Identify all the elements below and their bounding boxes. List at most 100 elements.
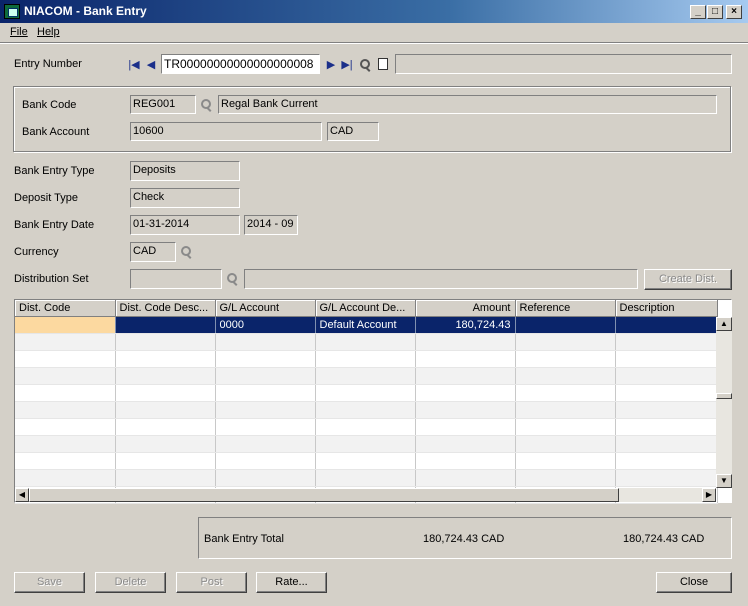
- table-cell[interactable]: [215, 384, 316, 402]
- table-cell[interactable]: [315, 401, 416, 419]
- delete-button[interactable]: Delete: [95, 572, 166, 593]
- table-cell[interactable]: [315, 384, 416, 402]
- save-button[interactable]: Save: [14, 572, 85, 593]
- scroll-left-icon[interactable]: ◀: [15, 488, 29, 502]
- table-row[interactable]: [15, 333, 718, 351]
- column-header-gl-account-desc[interactable]: G/L Account De...: [315, 300, 416, 317]
- close-window-button[interactable]: ×: [726, 5, 742, 19]
- menu-help[interactable]: Help: [37, 26, 60, 38]
- table-cell[interactable]: [415, 384, 516, 402]
- table-cell[interactable]: [515, 350, 616, 368]
- table-cell[interactable]: [115, 435, 216, 453]
- table-cell[interactable]: [115, 401, 216, 419]
- table-cell[interactable]: [615, 367, 718, 385]
- last-record-icon[interactable]: ▶|: [341, 59, 353, 71]
- scroll-down-icon[interactable]: ▼: [716, 474, 732, 488]
- table-cell[interactable]: [615, 384, 718, 402]
- table-cell[interactable]: [315, 350, 416, 368]
- table-cell[interactable]: [415, 435, 516, 453]
- cell-gl-account[interactable]: 0000: [215, 316, 316, 334]
- table-cell[interactable]: [515, 333, 616, 351]
- table-cell[interactable]: [215, 333, 316, 351]
- horizontal-scroll-thumb[interactable]: [29, 488, 619, 502]
- table-cell[interactable]: [615, 333, 718, 351]
- horizontal-scrollbar[interactable]: ◀ ▶: [15, 488, 716, 502]
- column-header-reference[interactable]: Reference: [515, 300, 616, 317]
- previous-record-icon[interactable]: ◀: [145, 59, 157, 71]
- cell-dist-code[interactable]: [15, 316, 116, 334]
- entry-number-input[interactable]: TR00000000000000000008: [161, 54, 320, 74]
- table-cell[interactable]: [515, 452, 616, 470]
- table-cell[interactable]: [515, 469, 616, 487]
- close-button[interactable]: Close: [656, 572, 732, 593]
- column-header-gl-account[interactable]: G/L Account: [215, 300, 316, 317]
- table-cell[interactable]: [15, 367, 116, 385]
- bank-code-field[interactable]: REG001: [130, 95, 196, 114]
- table-row[interactable]: [15, 367, 718, 385]
- currency-field[interactable]: CAD: [130, 242, 176, 262]
- table-cell[interactable]: [415, 367, 516, 385]
- table-cell[interactable]: [315, 469, 416, 487]
- minimize-button[interactable]: _: [690, 5, 706, 19]
- table-cell[interactable]: [15, 418, 116, 436]
- first-record-icon[interactable]: |◀: [128, 59, 140, 71]
- table-cell[interactable]: [615, 350, 718, 368]
- table-cell[interactable]: [15, 469, 116, 487]
- table-cell[interactable]: [515, 418, 616, 436]
- table-row[interactable]: [15, 469, 718, 487]
- table-cell[interactable]: [315, 367, 416, 385]
- table-cell[interactable]: [115, 367, 216, 385]
- table-cell[interactable]: [315, 418, 416, 436]
- table-cell[interactable]: [15, 384, 116, 402]
- table-cell[interactable]: [415, 452, 516, 470]
- table-cell[interactable]: [215, 418, 316, 436]
- rate-button[interactable]: Rate...: [256, 572, 327, 593]
- table-cell[interactable]: [515, 384, 616, 402]
- vertical-scrollbar[interactable]: ▲ ▼: [716, 317, 732, 488]
- column-header-dist-code-desc[interactable]: Dist. Code Desc...: [115, 300, 216, 317]
- cell-amount[interactable]: 180,724.43: [415, 316, 516, 334]
- table-cell[interactable]: [615, 452, 718, 470]
- table-cell[interactable]: [15, 333, 116, 351]
- cell-dist-code-desc[interactable]: [115, 316, 216, 334]
- table-cell[interactable]: [215, 401, 316, 419]
- table-cell[interactable]: [15, 350, 116, 368]
- table-cell[interactable]: [215, 350, 316, 368]
- bank-entry-date-field[interactable]: 01-31-2014: [130, 215, 240, 235]
- scroll-up-icon[interactable]: ▲: [716, 317, 732, 331]
- table-cell[interactable]: [115, 469, 216, 487]
- menu-file[interactable]: File: [10, 26, 28, 38]
- bank-entry-type-select[interactable]: Deposits: [130, 161, 240, 181]
- table-cell[interactable]: [615, 418, 718, 436]
- table-cell[interactable]: [215, 435, 316, 453]
- table-cell[interactable]: [515, 435, 616, 453]
- create-dist-button[interactable]: Create Dist.: [644, 269, 732, 290]
- table-row[interactable]: [15, 452, 718, 470]
- table-row[interactable]: [15, 435, 718, 453]
- table-cell[interactable]: [115, 452, 216, 470]
- new-document-icon[interactable]: [378, 58, 388, 70]
- distribution-grid[interactable]: Dist. Code Dist. Code Desc... G/L Accoun…: [14, 299, 732, 504]
- deposit-type-select[interactable]: Check: [130, 188, 240, 208]
- entry-finder-icon[interactable]: [359, 58, 373, 72]
- cell-description[interactable]: [615, 316, 718, 334]
- table-row[interactable]: [15, 384, 718, 402]
- table-cell[interactable]: [215, 367, 316, 385]
- cell-gl-account-desc[interactable]: Default Account: [315, 316, 416, 334]
- table-cell[interactable]: [215, 452, 316, 470]
- table-cell[interactable]: [115, 384, 216, 402]
- table-cell[interactable]: [215, 469, 316, 487]
- table-cell[interactable]: [415, 350, 516, 368]
- table-cell[interactable]: [115, 350, 216, 368]
- scroll-right-icon[interactable]: ▶: [702, 488, 716, 502]
- table-cell[interactable]: [315, 452, 416, 470]
- table-cell[interactable]: [415, 401, 516, 419]
- maximize-button[interactable]: □: [707, 5, 723, 19]
- distribution-set-finder-icon[interactable]: [226, 272, 240, 286]
- table-cell[interactable]: [615, 401, 718, 419]
- table-cell[interactable]: [415, 469, 516, 487]
- table-row[interactable]: 0000 Default Account 180,724.43: [15, 316, 718, 334]
- table-cell[interactable]: [415, 333, 516, 351]
- table-cell[interactable]: [115, 333, 216, 351]
- table-cell[interactable]: [15, 435, 116, 453]
